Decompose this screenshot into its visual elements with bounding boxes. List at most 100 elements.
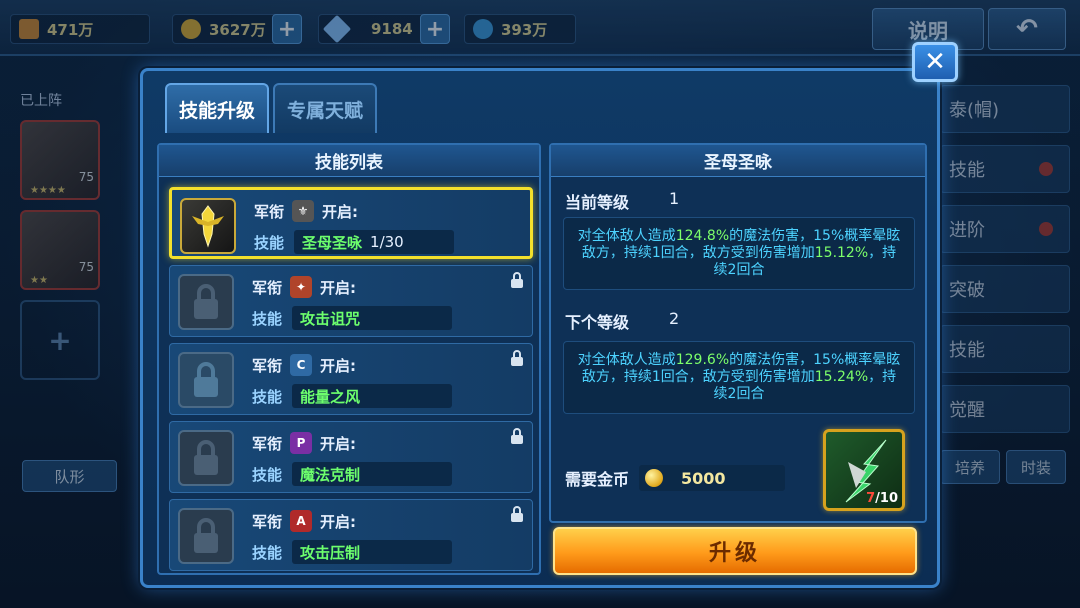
current-level-row: 当前等级 1 — [565, 189, 679, 213]
open-label: 开启: — [320, 434, 357, 453]
skill-label: 技能 — [252, 387, 283, 406]
skill-row[interactable]: 军衔 A 开启: 技能 攻击压制 — [169, 499, 533, 571]
skill-label: 技能 — [252, 465, 283, 484]
train-label: 培养 — [954, 458, 985, 477]
rank-label: 军衔 — [252, 356, 283, 375]
current-level-value: 1 — [669, 189, 680, 208]
next-level-row: 下个等级 2 — [565, 309, 679, 333]
hero-bottom-buttons: 培养 时装 — [940, 450, 1066, 484]
deployed-label: 已上阵 — [20, 93, 62, 109]
skill-row[interactable]: 军衔 ✦ 开启: 技能 攻击诅咒 — [169, 265, 533, 337]
item-need: /10 — [875, 491, 898, 506]
energy-icon — [473, 19, 493, 39]
padlock-icon — [194, 440, 218, 475]
menu-item-label: 觉醒 — [949, 400, 985, 421]
open-label: 开启: — [320, 278, 357, 297]
energy-resource: 393万 — [464, 14, 576, 44]
open-label: 开启: — [320, 356, 357, 375]
skill-name-line: 技能 魔法克制 — [252, 462, 453, 486]
skill-book-item[interactable]: 7/10 — [823, 429, 905, 511]
cost-box: 5000 — [639, 465, 786, 491]
lock-icon — [511, 506, 523, 522]
cost-label: 需要金币 — [565, 470, 630, 489]
menu-item-5[interactable]: 技能 — [940, 325, 1070, 373]
skill-row[interactable]: 军衔 ⚜ 开启: 技能 圣母圣咏 1/30 — [169, 187, 533, 259]
upgrade-button[interactable]: 升级 — [553, 527, 917, 575]
item-count: 7/10 — [866, 491, 898, 506]
rank-label: 军衔 — [252, 278, 283, 297]
desc-highlight: 15.24% — [814, 369, 869, 385]
skill-name-line: 技能 攻击压制 — [252, 540, 453, 564]
skill-label: 技能 — [252, 543, 283, 562]
hero-1-stars-icon: ★★★★ — [30, 185, 66, 196]
next-level-value: 2 — [669, 309, 680, 328]
skill-upgrade-dialog: 技能升级 专属天赋 技能列表 军衔 ⚜ 开启: 技能 圣母圣咏 1/30 军衔 … — [140, 68, 940, 588]
skill-icon — [180, 198, 236, 254]
skill-row[interactable]: 军衔 P 开启: 技能 魔法克制 — [169, 421, 533, 493]
formation-button[interactable]: 队形 — [22, 460, 117, 492]
skill-name-box: 圣母圣咏 1/30 — [294, 230, 455, 254]
menu-item-4[interactable]: 突破 — [940, 265, 1070, 313]
skill-row[interactable]: 军衔 C 开启: 技能 能量之风 — [169, 343, 533, 415]
gem-value: 9184 — [371, 20, 413, 38]
skill-label: 技能 — [252, 309, 283, 328]
skill-name-line: 技能 攻击诅咒 — [252, 306, 453, 330]
lock-icon — [511, 428, 523, 444]
tab-skill-upgrade[interactable]: 技能升级 — [165, 83, 269, 133]
tab-exclusive-talent[interactable]: 专属天赋 — [273, 83, 377, 133]
p-badge-icon: P — [290, 432, 313, 454]
help-label: 说明 — [908, 18, 948, 43]
hero-avatar-2[interactable]: 75 ★★ — [20, 210, 100, 290]
menu-item-3[interactable]: 进阶 — [940, 205, 1070, 253]
desc-highlight: 129.6% — [675, 352, 730, 368]
menu-item-6[interactable]: 觉醒 — [940, 385, 1070, 433]
skill-label: 技能 — [254, 233, 285, 252]
diamond-icon — [322, 14, 352, 44]
power-icon — [19, 19, 39, 39]
add-gold-button[interactable]: + — [272, 14, 302, 44]
skill-name: 攻击诅咒 — [300, 309, 361, 328]
empty-hero-slot[interactable]: + — [20, 300, 100, 380]
padlock-icon — [194, 284, 218, 319]
tab-label: 技能升级 — [178, 99, 255, 122]
open-label: 开启: — [320, 512, 357, 531]
locked-skill-icon — [178, 274, 234, 330]
cost-row: 需要金币 5000 — [565, 465, 786, 491]
skill-detail-title: 圣母圣咏 — [551, 145, 925, 177]
hero-avatar-1[interactable]: 75 ★★★★ — [20, 120, 100, 200]
star-badge-icon: ✦ — [290, 276, 313, 298]
train-button[interactable]: 培养 — [940, 450, 1000, 484]
skill-unlock-line: 军衔 ✦ 开启: — [252, 276, 356, 298]
skill-unlock-line: 军衔 P 开启: — [252, 432, 356, 454]
holy-sword-icon — [192, 205, 224, 248]
skill-level: 1/30 — [370, 233, 404, 251]
close-button[interactable]: ✕ — [912, 42, 958, 82]
rank-label: 军衔 — [254, 202, 285, 221]
next-level-label: 下个等级 — [565, 313, 630, 332]
notification-dot — [1039, 162, 1053, 176]
fashion-button[interactable]: 时装 — [1006, 450, 1066, 484]
current-level-label: 当前等级 — [565, 193, 630, 212]
menu-item-label: 突破 — [949, 280, 985, 301]
skill-list-panel: 技能列表 军衔 ⚜ 开启: 技能 圣母圣咏 1/30 军衔 ✦ 开启: 技能 攻… — [157, 143, 541, 575]
notification-dot — [1039, 222, 1053, 236]
locked-skill-icon — [178, 352, 234, 408]
resource-1: 471万 — [10, 14, 150, 44]
skill-name-box: 魔法克制 — [292, 462, 453, 486]
menu-item-2[interactable]: 技能 — [940, 145, 1070, 193]
skill-unlock-line: 军衔 C 开启: — [252, 354, 356, 376]
locked-skill-icon — [178, 430, 234, 486]
skill-name: 能量之风 — [300, 387, 361, 406]
item-have: 7 — [866, 491, 876, 506]
padlock-icon — [194, 518, 218, 553]
hero-1-level: 75 — [78, 170, 94, 184]
back-button[interactable]: ↶ — [988, 8, 1066, 50]
menu-item-1[interactable]: 泰(帽) — [940, 85, 1070, 133]
skill-name-line: 技能 圣母圣咏 1/30 — [254, 230, 455, 254]
plus-icon: + — [48, 323, 72, 357]
cost-value: 5000 — [681, 468, 726, 488]
add-gem-button[interactable]: + — [420, 14, 450, 44]
skill-name-line: 技能 能量之风 — [252, 384, 453, 408]
menu-item-label: 技能 — [949, 160, 985, 181]
wings-badge-icon: ⚜ — [292, 200, 315, 222]
